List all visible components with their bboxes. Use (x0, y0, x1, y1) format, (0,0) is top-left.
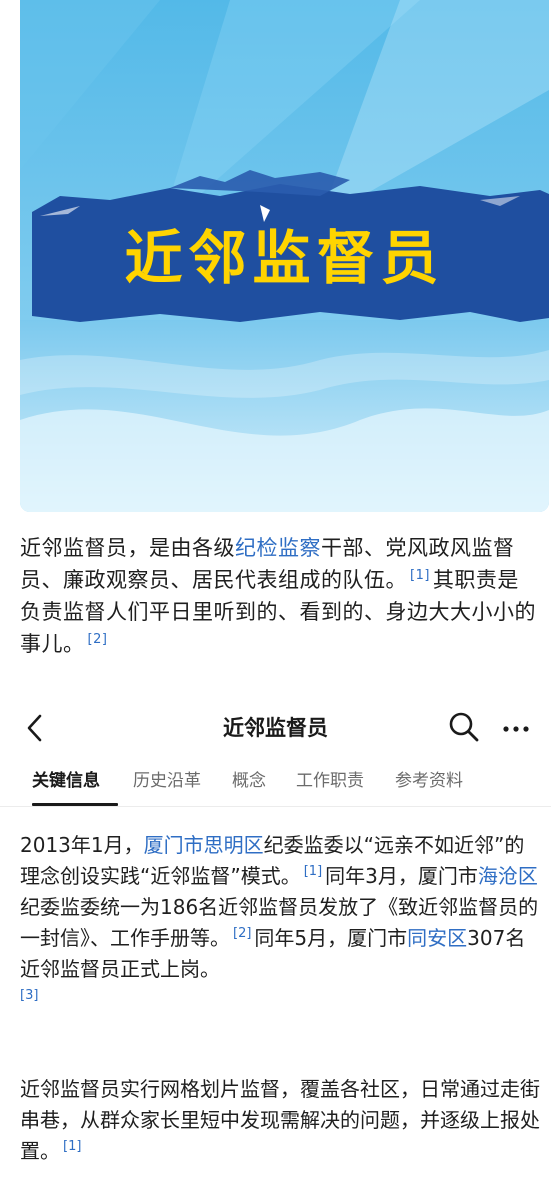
history-paragraph: 2013年1月，厦门市思明区纪委监委以“远亲不如近邻”的理念创设实践“近邻监督”… (20, 830, 542, 1016)
hero-image: 近邻监督员 (20, 0, 549, 512)
citation-ref[interactable]: [2] (233, 926, 251, 941)
citation-ref[interactable]: [2] (88, 632, 108, 647)
link-siming-district[interactable]: 厦门市思明区 (144, 833, 264, 857)
top-navigation-bar: 近邻监督员 (0, 700, 551, 756)
citation-ref[interactable]: [1] (63, 1139, 81, 1154)
paragraph-text: 近邻监督员实行网格划片监督，覆盖各社区，日常通过走街串巷，从群众家长里短中发现需… (20, 1077, 540, 1163)
tab-duties[interactable]: 工作职责 (296, 768, 364, 794)
more-horizontal-icon[interactable] (501, 714, 531, 744)
tab-history[interactable]: 历史沿革 (133, 768, 201, 794)
citation-ref[interactable]: [3] (20, 988, 38, 1003)
intro-paragraph: 近邻监督员，是由各级纪检监察干部、党风政风监督员、廉政观察员、居民代表组成的队伍… (20, 532, 540, 660)
duties-paragraph: 近邻监督员实行网格划片监督，覆盖各社区，日常通过走街串巷，从群众家长里短中发现需… (20, 1074, 542, 1167)
citation-ref[interactable]: [1] (304, 864, 322, 879)
paragraph-text: 2013年1月， (20, 833, 144, 857)
tab-key-info[interactable]: 关键信息 (32, 768, 100, 794)
link-tongan-district[interactable]: 同安区 (407, 926, 467, 950)
intro-text: 近邻监督员，是由各级 (20, 536, 235, 560)
paragraph-text: 同年3月，厦门市 (325, 864, 478, 888)
search-icon[interactable] (447, 710, 481, 744)
tab-concept[interactable]: 概念 (232, 768, 266, 794)
link-jijian-jiancha[interactable]: 纪检监察 (235, 536, 321, 560)
link-haicang-district[interactable]: 海沧区 (478, 864, 538, 888)
section-tabs: 关键信息 历史沿革 概念 工作职责 参考资料 (0, 760, 551, 807)
paragraph-text: 同年5月，厦门市 (254, 926, 408, 950)
hero-title: 近邻监督员 (124, 224, 445, 292)
citation-ref[interactable]: [1] (410, 568, 430, 583)
tab-references[interactable]: 参考资料 (395, 768, 463, 794)
active-tab-indicator (32, 803, 118, 806)
